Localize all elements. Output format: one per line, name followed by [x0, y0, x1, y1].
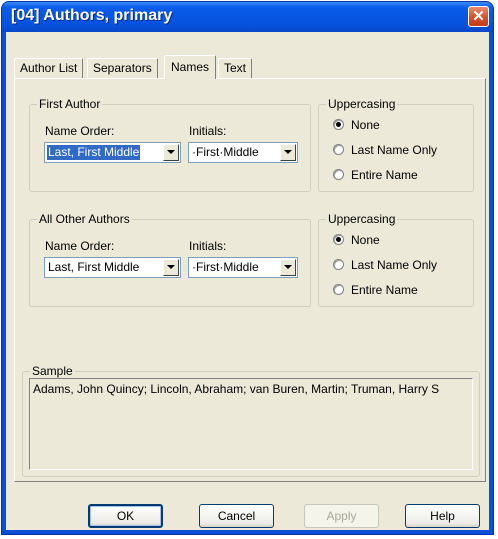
radio-label: Entire Name [351, 283, 418, 297]
tab-separators[interactable]: Separators [87, 58, 158, 78]
ok-button[interactable]: OK [88, 504, 163, 528]
chevron-down-icon[interactable] [280, 259, 296, 276]
first-author-group-label: First Author [37, 97, 103, 111]
dialog-window: [04] Authors, primary ✕ Author List Sepa… [2, 2, 493, 534]
close-icon[interactable]: ✕ [468, 6, 489, 27]
radio-label: Last Name Only [351, 143, 438, 157]
other-name-order-value: Last, First Middle [48, 260, 140, 274]
first-uppercasing-group-label: Uppercasing [326, 97, 398, 111]
title-bar[interactable]: [04] Authors, primary ✕ [2, 2, 493, 32]
first-author-group: First Author Name Order: Last, First Mid… [29, 97, 311, 192]
radio-label: None [351, 118, 380, 132]
chevron-down-icon[interactable] [163, 259, 179, 276]
other-initials-value: ·First·Middle [192, 260, 259, 274]
help-button[interactable]: Help [405, 504, 480, 528]
other-name-order-label: Name Order: [45, 239, 115, 253]
radio-icon[interactable] [333, 144, 344, 155]
sample-text-box: Adams, John Quincy; Lincoln, Abraham; va… [29, 378, 473, 470]
first-name-order-label: Name Order: [45, 124, 115, 138]
radio-icon[interactable] [333, 169, 344, 180]
radio-label: Last Name Only [351, 258, 438, 272]
radio-icon[interactable] [333, 284, 344, 295]
chevron-down-icon[interactable] [163, 144, 179, 161]
other-authors-group-label: All Other Authors [37, 212, 132, 226]
sample-group-label: Sample [30, 364, 75, 378]
other-authors-group: All Other Authors Name Order: Last, Firs… [29, 212, 311, 307]
tab-author-list[interactable]: Author List [14, 58, 84, 78]
other-uppercasing-group-label: Uppercasing [326, 212, 398, 226]
radio-label: None [351, 233, 380, 247]
radio-icon[interactable] [333, 259, 344, 270]
other-uppercasing-group: Uppercasing None Last Name Only Entire N… [318, 212, 474, 307]
other-initials-label: Initials: [189, 239, 227, 253]
radio-selected-icon[interactable] [333, 119, 344, 130]
radio-label: Entire Name [351, 168, 418, 182]
first-initials-label: Initials: [189, 124, 227, 138]
names-tab-panel: First Author Name Order: Last, First Mid… [14, 78, 486, 482]
window-title: [04] Authors, primary [11, 7, 173, 24]
radio-selected-icon[interactable] [333, 234, 344, 245]
chevron-down-icon[interactable] [280, 144, 296, 161]
first-name-order-select[interactable]: Last, First Middle [44, 142, 181, 163]
apply-button[interactable]: Apply [304, 504, 379, 528]
first-uppercasing-group: Uppercasing None Last Name Only Entire N… [318, 97, 474, 192]
dialog-body: Author List Separators Names Text First … [6, 32, 489, 530]
first-name-order-value: Last, First Middle [45, 144, 142, 161]
first-initials-value: ·First·Middle [192, 145, 259, 159]
other-name-order-select[interactable]: Last, First Middle [44, 257, 181, 278]
tab-names[interactable]: Names [164, 55, 217, 79]
first-initials-select[interactable]: ·First·Middle [188, 142, 298, 163]
sample-text: Adams, John Quincy; Lincoln, Abraham; va… [33, 382, 440, 396]
other-initials-select[interactable]: ·First·Middle [188, 257, 298, 278]
cancel-button[interactable]: Cancel [199, 504, 274, 528]
tab-text[interactable]: Text [218, 58, 253, 78]
